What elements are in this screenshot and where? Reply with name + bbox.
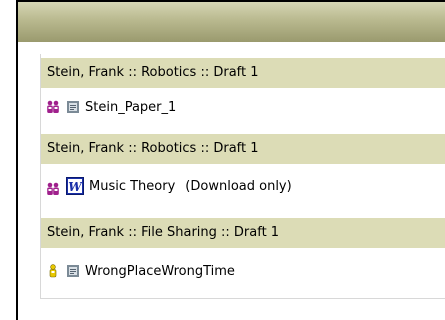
- list-item[interactable]: W Music Theory (Download only): [41, 172, 445, 206]
- document-title[interactable]: Stein_Paper_1: [85, 100, 176, 115]
- generic-document-icon: [66, 100, 80, 114]
- download-only-note: (Download only): [185, 178, 292, 194]
- document-list-panel: Stein, Frank :: Robotics :: Draft 1 Stei…: [40, 54, 445, 299]
- single-user-icon: [46, 264, 60, 278]
- group-header-2: Stein, Frank :: Robotics :: Draft 1: [41, 134, 445, 164]
- group-users-icon: [46, 100, 60, 114]
- list-item[interactable]: WrongPlaceWrongTime: [41, 256, 445, 286]
- group-header-3: Stein, Frank :: File Sharing :: Draft 1: [41, 218, 445, 248]
- list-item[interactable]: Stein_Paper_1: [41, 92, 445, 122]
- word-document-icon: W: [66, 177, 84, 195]
- svg-text:W: W: [68, 180, 83, 194]
- content-frame: Stein, Frank :: Robotics :: Draft 1 Stei…: [16, 0, 445, 320]
- document-title[interactable]: Music Theory: [89, 179, 175, 194]
- title-bar: [18, 2, 445, 42]
- group-header-1: Stein, Frank :: Robotics :: Draft 1: [41, 58, 445, 88]
- group-users-icon: [46, 182, 60, 196]
- document-title[interactable]: WrongPlaceWrongTime: [85, 264, 235, 279]
- generic-document-icon: [66, 264, 80, 278]
